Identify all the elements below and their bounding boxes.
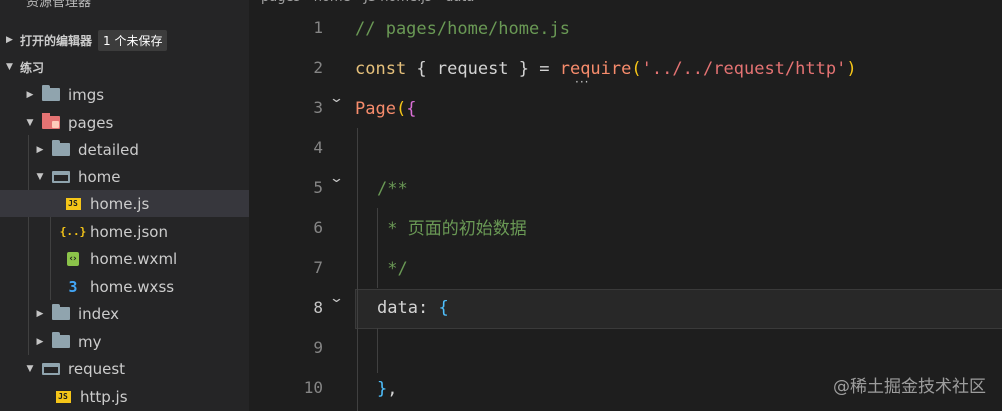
chevron-right-icon: ▶ — [6, 35, 13, 45]
tree-item-home-js[interactable]: JS home.js — [0, 190, 249, 217]
workspace-section[interactable]: ▼ 练习 — [0, 55, 249, 79]
fold-chevron-icon[interactable]: ⌄ — [329, 91, 344, 106]
line-number: 9 — [313, 338, 323, 357]
workspace-label: 练习 — [20, 60, 45, 75]
folder-open-icon — [52, 170, 70, 183]
comment-token: */ — [377, 259, 408, 279]
tree-item-label: my — [78, 332, 102, 351]
unsaved-badge: 1 个未保存 — [98, 29, 168, 51]
paren-token: ( — [631, 59, 642, 79]
property-token: data — [377, 298, 418, 318]
line-number: 10 — [303, 378, 323, 397]
brace-token: { — [438, 298, 449, 318]
chevron-down-icon: ▼ — [26, 117, 34, 128]
wxml-file-icon: ‹› — [67, 251, 79, 266]
brace-token: } — [377, 379, 388, 399]
fold-chevron-icon[interactable]: ⌄ — [329, 291, 344, 306]
code-line-8[interactable]: data: { — [377, 288, 449, 328]
tree-item-label: detailed — [78, 140, 139, 159]
code-line-1[interactable]: // pages/home/home.js — [355, 9, 570, 49]
comment-token: // pages/home/home.js — [355, 19, 570, 39]
chevron-down-icon: ▼ — [26, 363, 34, 374]
tree-item-label: home.wxml — [90, 249, 178, 268]
tree-item-index[interactable]: ▶ index — [0, 300, 249, 327]
code-token: , — [387, 379, 398, 399]
folder-pages-icon — [42, 113, 60, 129]
tree-item-label: home — [78, 167, 121, 186]
tree-item-home-json[interactable]: {..} home.json — [0, 218, 249, 245]
code-line-5[interactable]: /** — [377, 169, 408, 209]
indent-guide — [357, 128, 358, 411]
code-line-2[interactable]: const { request } = require('../../reque… — [355, 49, 857, 89]
folder-icon — [42, 85, 60, 101]
line-number: 5 — [313, 178, 323, 197]
function-token: require — [559, 59, 632, 79]
code-line-6[interactable]: * 页面的初始数据 — [377, 209, 527, 249]
json-file-icon: {..} — [59, 225, 87, 238]
tree-item-label: home.json — [90, 222, 168, 241]
comment-token: * 页面的初始数据 — [377, 219, 527, 239]
tree-item-request[interactable]: ▼ request — [0, 355, 249, 382]
comment-token: /** — [377, 179, 408, 199]
code-token: : — [417, 298, 439, 318]
tree-item-home[interactable]: ▼ home — [0, 163, 249, 190]
tree-item-label: index — [78, 304, 120, 323]
line-number: 7 — [313, 258, 323, 277]
folder-icon — [52, 140, 70, 156]
tree-item-label: home.wxss — [90, 277, 175, 296]
watermark: @稀土掘金技术社区 — [833, 377, 986, 397]
open-editors-label: 打开的编辑器 — [20, 33, 93, 48]
tree-item-label: pages — [68, 113, 114, 132]
tree-item-label: request — [68, 359, 126, 378]
folder-open-icon — [42, 362, 60, 375]
code-line-3[interactable]: Page({ — [355, 89, 416, 129]
keyword-token: const — [355, 59, 407, 79]
function-token: Page — [355, 99, 396, 119]
fold-chevron-icon[interactable]: ⌄ — [329, 171, 344, 186]
explorer-title: 资源管理器 — [26, 0, 92, 10]
tree-item-label: imgs — [68, 85, 105, 104]
line-number: 4 — [313, 138, 323, 157]
open-editors-section[interactable]: ▶ 打开的编辑器 1 个未保存 — [0, 28, 249, 52]
tree-item-label: home.js — [90, 194, 150, 213]
js-file-icon: JS — [55, 390, 71, 403]
tree-item-detailed[interactable]: ▶ detailed — [0, 136, 249, 163]
tree-item-my[interactable]: ▶ my — [0, 328, 249, 355]
code-line-7[interactable]: */ — [377, 249, 408, 289]
chevron-right-icon: ▶ — [26, 89, 34, 100]
code-editor[interactable]: pages › home › JS home.js › data 1 2 3 4… — [249, 0, 1002, 411]
line-number: 2 — [313, 58, 323, 77]
breadcrumb[interactable]: pages › home › JS home.js › data — [261, 0, 474, 8]
chevron-down-icon: ▼ — [36, 171, 44, 182]
tree-item-home-wxml[interactable]: ‹› home.wxml — [0, 245, 249, 272]
string-token: '../../request/http' — [641, 59, 847, 79]
chevron-down-icon: ▼ — [6, 62, 13, 72]
ellipsis-icon[interactable]: ··· — [206, 0, 222, 6]
tree-item-pages[interactable]: ▼ pages — [0, 109, 249, 136]
tree-item-http-js[interactable]: JS http.js — [0, 383, 249, 410]
code-token: { request } = — [406, 59, 560, 79]
tree-item-label: http.js — [80, 387, 128, 406]
line-number: 3 — [313, 98, 323, 117]
chevron-right-icon: ▶ — [36, 144, 44, 155]
line-number: 6 — [313, 218, 323, 237]
suggestion-dots-icon[interactable]: ··· — [575, 75, 589, 89]
paren-token: ) — [846, 59, 857, 79]
chevron-right-icon: ▶ — [36, 336, 44, 347]
chevron-right-icon: ▶ — [36, 308, 44, 319]
paren-token: ( — [395, 99, 407, 119]
tree-item-home-wxss[interactable]: 3 home.wxss — [0, 273, 249, 300]
wxss-file-icon: 3 — [68, 277, 78, 296]
brace-token: { — [406, 99, 417, 119]
code-line-10[interactable]: }, — [377, 369, 398, 409]
js-file-icon: JS — [65, 197, 81, 210]
tree-item-imgs[interactable]: ▶ imgs — [0, 81, 249, 108]
explorer-sidebar: 资源管理器 ··· ▶ 打开的编辑器 1 个未保存 ▼ 练习 ▶ imgs ▼ … — [0, 0, 249, 411]
folder-icon — [52, 304, 70, 320]
line-number: 8 — [313, 298, 323, 317]
current-line-highlight — [355, 289, 1002, 329]
folder-icon — [52, 332, 70, 348]
indent-guide — [377, 328, 378, 373]
line-number: 1 — [313, 18, 323, 37]
